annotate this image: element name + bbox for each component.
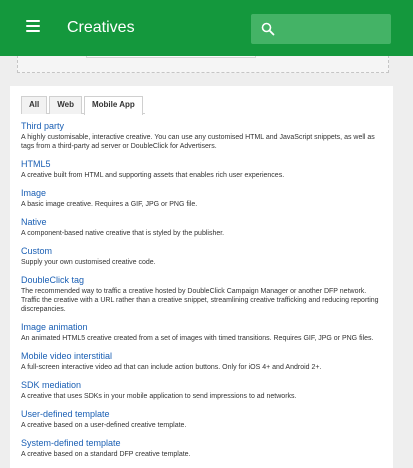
creative-type-description: Supply your own customised creative code…	[21, 259, 156, 266]
page-background	[393, 56, 413, 468]
creative-type-tabs: All Web Mobile App	[21, 96, 145, 115]
creative-type-link[interactable]: System-defined template	[21, 438, 386, 449]
creative-type-link[interactable]: Custom	[21, 246, 386, 257]
creative-type-link[interactable]: SDK mediation	[21, 380, 386, 391]
creative-type-description: An animated HTML5 creative created from …	[21, 335, 374, 342]
search-box[interactable]	[251, 14, 391, 44]
creative-type-link[interactable]: Native	[21, 217, 386, 228]
creative-type-description: The recommended way to traffic a creativ…	[21, 288, 379, 313]
tab-mobile-app[interactable]: Mobile App	[83, 96, 143, 115]
list-item: Custom Supply your own customised creati…	[21, 246, 386, 267]
list-item: Mobile video interstitial A full-screen …	[21, 351, 386, 372]
creative-type-description: A creative based on a user-defined creat…	[21, 422, 187, 429]
list-item: Image A basic image creative. Requires a…	[21, 188, 386, 209]
list-item: Native A component-based native creative…	[21, 217, 386, 238]
creative-type-description: A highly customisable, interactive creat…	[21, 134, 375, 150]
tab-all[interactable]: All	[21, 96, 48, 114]
creative-type-link[interactable]: User-defined template	[21, 409, 386, 420]
creative-type-description: A creative based on a standard DFP creat…	[21, 451, 191, 458]
creative-type-link[interactable]: Image	[21, 188, 386, 199]
creative-type-list: Third party A highly customisable, inter…	[21, 121, 386, 467]
page-title: Creatives	[67, 19, 135, 36]
list-item: DoubleClick tag The recommended way to t…	[21, 275, 386, 314]
list-item: SDK mediation A creative that uses SDKs …	[21, 380, 386, 401]
search-icon	[261, 22, 275, 36]
creative-type-description: A full-screen interactive video ad that …	[21, 364, 322, 371]
creative-type-description: A creative built from HTML and supportin…	[21, 172, 285, 179]
creative-type-description: A component-based native creative that i…	[21, 230, 225, 237]
creative-type-link[interactable]: Mobile video interstitial	[21, 351, 386, 362]
list-item: Image animation An animated HTML5 creati…	[21, 322, 386, 343]
creative-type-link[interactable]: HTML5	[21, 159, 386, 170]
list-item: Third party A highly customisable, inter…	[21, 121, 386, 151]
creative-type-description: A basic image creative. Requires a GIF, …	[21, 201, 198, 208]
app-header: Creatives	[0, 0, 413, 56]
tab-web[interactable]: Web	[49, 96, 82, 114]
list-item: User-defined template A creative based o…	[21, 409, 386, 430]
page-background	[0, 56, 10, 468]
creative-type-link[interactable]: Image animation	[21, 322, 386, 333]
hamburger-icon[interactable]	[26, 20, 40, 32]
list-item: System-defined template A creative based…	[21, 438, 386, 459]
creative-type-link[interactable]: DoubleClick tag	[21, 275, 386, 286]
list-item: HTML5 A creative built from HTML and sup…	[21, 159, 386, 180]
creative-type-link[interactable]: Third party	[21, 121, 386, 132]
creative-type-description: A creative that uses SDKs in your mobile…	[21, 393, 297, 400]
